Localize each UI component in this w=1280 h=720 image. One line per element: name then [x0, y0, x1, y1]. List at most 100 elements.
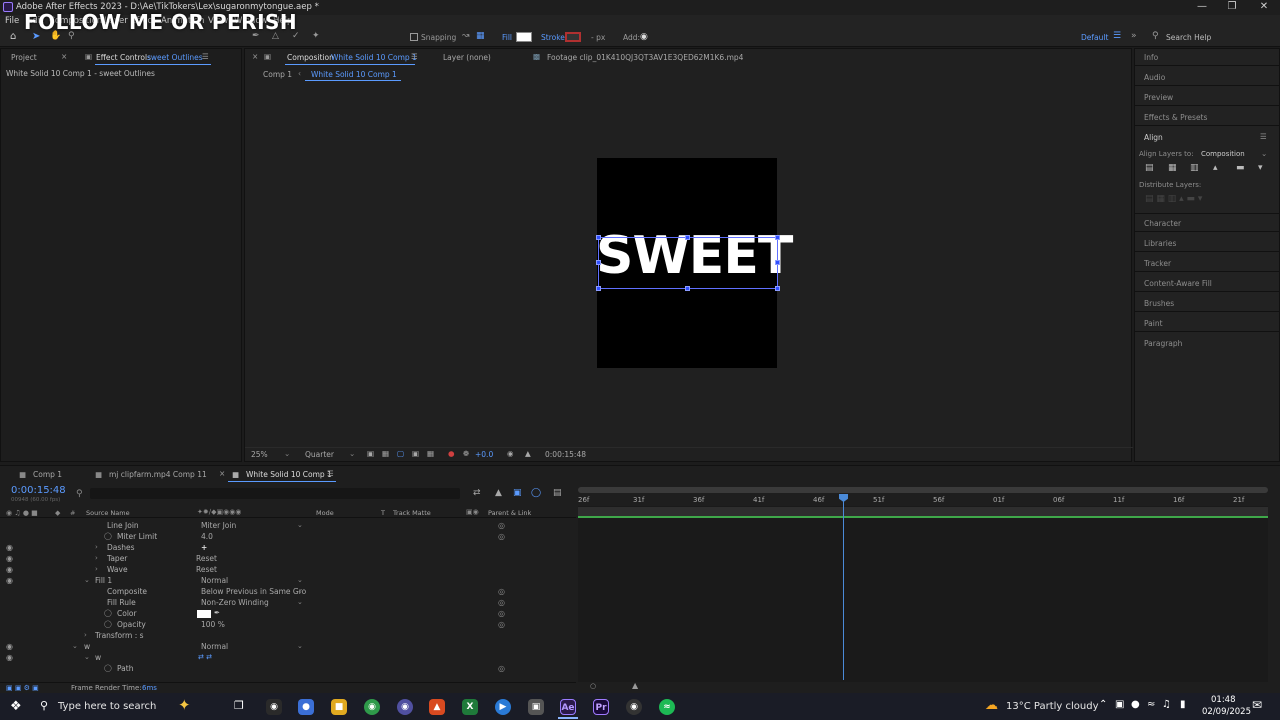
task-view-icon[interactable]: ❐: [234, 699, 244, 712]
windows-start-icon[interactable]: ❖: [10, 699, 22, 714]
panel-paragraph[interactable]: Paragraph: [1144, 339, 1182, 348]
stroke-width[interactable]: - px: [591, 33, 605, 42]
snapshot-icon[interactable]: ◉: [507, 449, 514, 458]
resolution-dropdown[interactable]: Quarter: [305, 450, 334, 459]
copilot-sparkle-icon[interactable]: ✦: [178, 696, 191, 714]
chrome-icon[interactable]: ◉: [364, 699, 380, 715]
visibility-eye-icon[interactable]: ◉: [6, 642, 13, 651]
property-row[interactable]: ◉ › Taper Reset: [0, 554, 576, 565]
align-left-icon[interactable]: ▤: [1145, 163, 1154, 173]
guides-icon[interactable]: ▣: [412, 449, 419, 458]
exposure-icon[interactable]: ❁: [463, 449, 469, 458]
visibility-eye-icon[interactable]: ◉: [6, 576, 13, 585]
battery-icon[interactable]: ▮: [1180, 699, 1186, 710]
mask-visibility-icon[interactable]: ▢: [397, 449, 404, 458]
panel-info[interactable]: Info: [1144, 53, 1158, 62]
snap-grid-icon[interactable]: ▦: [476, 31, 485, 41]
panel-tracker[interactable]: Tracker: [1144, 259, 1171, 268]
panel-preview[interactable]: Preview: [1144, 93, 1173, 102]
panel-audio[interactable]: Audio: [1144, 73, 1165, 82]
panel-character[interactable]: Character: [1144, 219, 1181, 228]
timeline-tab-comp-1[interactable]: Comp 1: [33, 470, 62, 479]
channels-icon[interactable]: ●: [448, 449, 455, 458]
draft-3d-icon[interactable]: ▲: [495, 488, 502, 498]
timeline-zoom-slider[interactable]: ○ ▲: [590, 681, 640, 690]
transform-handle[interactable]: [685, 235, 690, 240]
property-row[interactable]: ◯ Path ◎: [0, 664, 576, 675]
property-row[interactable]: ◉ ⌄ w ⇄ ⇄: [0, 653, 576, 664]
tab-layer[interactable]: Layer (none): [443, 53, 491, 62]
header-parent-link[interactable]: Parent & Link: [488, 509, 531, 517]
search-help-input[interactable]: Search Help: [1166, 33, 1211, 42]
grid-icon[interactable]: ▦: [427, 449, 434, 458]
fill-rule-dropdown[interactable]: Non-Zero Winding: [201, 598, 269, 607]
clock-time[interactable]: 01:48: [1211, 695, 1236, 705]
property-row[interactable]: Composite Below Previous in Same Gro ⌄ ◎: [0, 587, 576, 598]
wifi-icon[interactable]: ≈: [1147, 699, 1155, 710]
panel-libraries[interactable]: Libraries: [1144, 239, 1176, 248]
eyedropper-icon[interactable]: ✒: [214, 609, 220, 617]
close-tab-icon[interactable]: ×: [61, 52, 67, 61]
chevron-up-icon[interactable]: ⌃: [1099, 699, 1107, 710]
visibility-eye-icon[interactable]: ◉: [6, 653, 13, 662]
graph-editor-icon[interactable]: ▤: [553, 488, 562, 498]
transform-handle[interactable]: [775, 235, 780, 240]
brave-icon[interactable]: ▲: [429, 699, 445, 715]
transform-handle[interactable]: [775, 286, 780, 291]
align-to-dropdown[interactable]: Composition: [1201, 150, 1245, 158]
snapping-checkbox[interactable]: [410, 33, 418, 41]
time-ruler[interactable]: 26f 31f 36f 41f 46f 51f 56f 01f 06f 11f …: [578, 494, 1268, 506]
property-row[interactable]: Fill Rule Non-Zero Winding ⌄ ◎: [0, 598, 576, 609]
align-right-icon[interactable]: ▥: [1190, 163, 1199, 173]
property-row[interactable]: › Transform : s: [0, 631, 576, 642]
transform-handle[interactable]: [596, 260, 601, 265]
network-icon[interactable]: ▣: [1115, 699, 1124, 710]
chevron-right-icon[interactable]: ›: [95, 554, 98, 562]
zoom-dropdown[interactable]: 25%: [251, 450, 268, 459]
property-row[interactable]: ◉ ⌄ Fill 1 Normal ⌄: [0, 576, 576, 587]
panel-menu-icon[interactable]: ☰: [327, 469, 334, 478]
lock-icon[interactable]: ▣: [264, 52, 271, 61]
visibility-eye-icon[interactable]: ◉: [6, 565, 13, 574]
panel-menu-icon[interactable]: ☰: [411, 52, 418, 61]
transparency-grid-icon[interactable]: ▦: [382, 449, 389, 458]
property-row[interactable]: ◯ Miter Limit 4.0 ◎: [0, 532, 576, 543]
viewer-timecode[interactable]: 0:00:15:48: [545, 450, 586, 459]
panel-align[interactable]: Align: [1144, 133, 1163, 142]
stopwatch-icon[interactable]: ◯: [104, 664, 112, 672]
minimize-icon[interactable]: —: [1188, 1, 1216, 12]
toggle-switches-icons[interactable]: ▣ ▣ ⚙ ▣: [6, 684, 39, 692]
layer-search-input[interactable]: [90, 488, 460, 499]
search-icon[interactable]: ⚲: [1152, 31, 1159, 41]
property-value[interactable]: 100 %: [201, 620, 225, 629]
puppet-tool-icon[interactable]: ✦: [312, 31, 320, 41]
tab-composition-name[interactable]: White Solid 10 Comp 1: [331, 53, 417, 62]
transform-handle[interactable]: [775, 260, 780, 265]
pickwhip-icon[interactable]: ◎: [498, 587, 505, 596]
close-icon[interactable]: ✕: [1250, 1, 1278, 12]
chevron-down-icon[interactable]: ⌄: [84, 653, 90, 661]
composite-dropdown[interactable]: Below Previous in Same Gro: [201, 587, 306, 596]
transform-handle[interactable]: [596, 286, 601, 291]
timeline-timecode[interactable]: 0:00:15:48: [11, 485, 66, 496]
property-row[interactable]: ◉ › Wave Reset: [0, 565, 576, 576]
chevron-right-icon[interactable]: ›: [84, 631, 87, 639]
timeline-track-area[interactable]: [578, 506, 1268, 682]
comp-mini-flowchart-icon[interactable]: ⇄: [473, 488, 481, 498]
align-center-h-icon[interactable]: ▦: [1168, 163, 1177, 173]
header-track-matte[interactable]: Track Matte: [393, 509, 431, 517]
property-row[interactable]: ◯ Opacity 100 % ◎: [0, 620, 576, 631]
app-icon[interactable]: ◉: [626, 699, 642, 715]
app-icon[interactable]: ◉: [266, 699, 282, 715]
weather-icon[interactable]: ☁: [985, 698, 998, 713]
app-icon[interactable]: ●: [298, 699, 314, 715]
fill-color-swatch[interactable]: [516, 32, 532, 42]
app-icon[interactable]: ◉: [397, 699, 413, 715]
reset-link[interactable]: Reset: [196, 554, 217, 563]
pickwhip-icon[interactable]: ◎: [498, 521, 505, 530]
microphone-icon[interactable]: ●: [1131, 699, 1140, 710]
property-value[interactable]: Miter Join: [201, 521, 236, 530]
show-snapshot-icon[interactable]: ▲: [525, 449, 531, 458]
stroke-color-swatch[interactable]: [565, 32, 581, 42]
panel-menu-icon[interactable]: ☰: [1260, 132, 1267, 141]
